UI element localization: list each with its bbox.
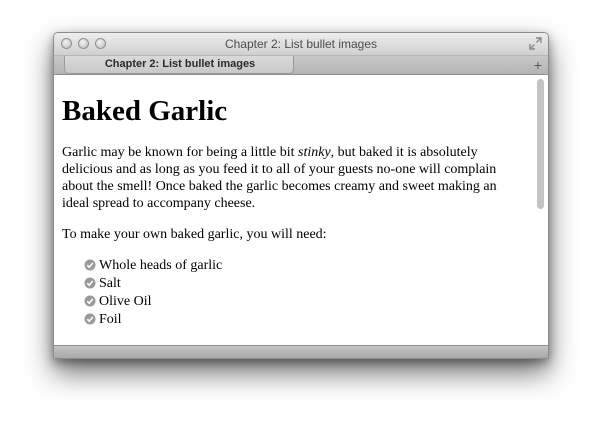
window-title: Chapter 2: List bullet images	[224, 37, 378, 51]
list-item-label: Salt	[99, 276, 121, 291]
list-item: Olive Oil	[84, 293, 518, 311]
browser-window: Chapter 2: List bullet images Chapter 2:…	[53, 32, 549, 359]
check-icon	[84, 295, 96, 307]
list-item: Salt	[84, 275, 518, 293]
intro-text-before: Garlic may be known for being a little b…	[62, 145, 298, 160]
intro-paragraph: Garlic may be known for being a little b…	[62, 144, 518, 212]
fullscreen-icon[interactable]	[529, 37, 542, 50]
ingredient-list: Whole heads of garlic Salt Olive Oil Foi…	[62, 257, 518, 329]
need-paragraph: To make your own baked garlic, you will …	[62, 227, 327, 242]
list-item-label: Whole heads of garlic	[99, 258, 223, 273]
status-bar	[54, 345, 548, 358]
list-item-label: Foil	[99, 312, 122, 327]
check-icon	[84, 313, 96, 325]
intro-emphasis: stinky	[298, 145, 331, 160]
tab-bar: Chapter 2: List bullet images +	[54, 56, 548, 75]
check-icon	[84, 277, 96, 289]
vertical-scrollbar[interactable]	[532, 75, 548, 345]
page-heading: Baked Garlic	[62, 95, 228, 127]
page-content: Baked Garlic Garlic may be known for bei…	[54, 75, 532, 345]
tab-chapter-2[interactable]: Chapter 2: List bullet images	[64, 56, 294, 74]
list-item: Whole heads of garlic	[84, 257, 518, 275]
list-item: Foil	[84, 311, 518, 329]
list-item-label: Olive Oil	[99, 294, 152, 309]
scrollbar-thumb[interactable]	[537, 79, 544, 209]
new-tab-button[interactable]: +	[534, 57, 542, 73]
title-bar[interactable]: Chapter 2: List bullet images	[54, 33, 548, 56]
tab-label: Chapter 2: List bullet images	[104, 58, 256, 70]
check-icon	[84, 259, 96, 271]
